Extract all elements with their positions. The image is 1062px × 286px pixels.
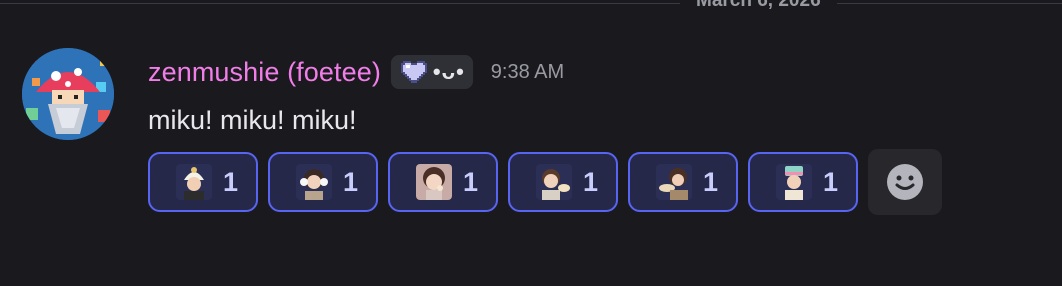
person-cake-hat-emoji <box>776 164 812 200</box>
tag-text: •ᴗ• <box>432 59 465 84</box>
reaction-count: 1 <box>702 166 718 197</box>
pixel-heart-icon <box>400 61 427 83</box>
reaction-button[interactable]: 1 <box>148 152 258 212</box>
reaction-button[interactable]: 1 <box>268 152 378 212</box>
person-white-hat-emoji <box>176 164 212 200</box>
reaction-count: 1 <box>582 166 598 197</box>
mushroom-avatar-icon <box>22 48 114 140</box>
message: zenmushie (foetee) •ᴗ• 9:38 AM miku! mik… <box>0 40 1062 230</box>
reaction-count: 1 <box>822 166 838 197</box>
person-holding-food-emoji <box>536 164 572 200</box>
message-header: zenmushie (foetee) •ᴗ• 9:38 AM <box>148 52 564 92</box>
reaction-count: 1 <box>462 166 478 197</box>
divider-line <box>0 3 1062 4</box>
user-tag[interactable]: •ᴗ• <box>390 55 473 89</box>
message-content: miku! miku! miku! <box>148 105 357 135</box>
reaction-button[interactable]: 1 <box>508 152 618 212</box>
date-divider: March 6, 2026 <box>0 0 1062 14</box>
reaction-bar: 1 1 1 1 1 1 <box>148 149 942 215</box>
add-reaction-button[interactable] <box>868 149 942 215</box>
divider-date: March 6, 2026 <box>680 0 837 14</box>
reaction-count: 1 <box>222 166 238 197</box>
reaction-count: 1 <box>342 166 358 197</box>
person-with-plate-emoji <box>656 164 692 200</box>
avatar[interactable] <box>22 48 114 140</box>
reaction-button[interactable]: 1 <box>388 152 498 212</box>
reaction-button[interactable]: 1 <box>628 152 738 212</box>
person-headphones-emoji <box>296 164 332 200</box>
reaction-button[interactable]: 1 <box>748 152 858 212</box>
timestamp[interactable]: 9:38 AM <box>491 61 564 84</box>
chat-view: March 6, 2026 zenmushie (foetee) •ᴗ• 9:3… <box>0 0 1062 286</box>
person-eating-emoji <box>416 164 452 200</box>
username[interactable]: zenmushie (foetee) <box>148 57 381 88</box>
smiley-add-reaction-icon <box>887 164 923 200</box>
